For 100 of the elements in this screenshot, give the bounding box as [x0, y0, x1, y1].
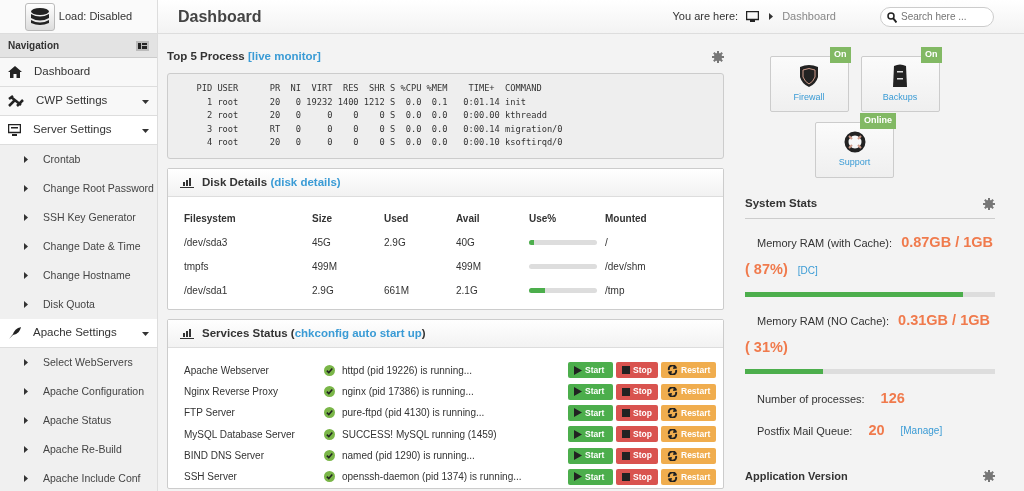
caret-icon: [22, 156, 29, 163]
process-header: PID USER PR NI VIRT RES SHR S %CPU %MEM TIME+ COMMAND: [195, 82, 543, 96]
feather-icon: [8, 327, 21, 339]
nav-subitem-label: Apache Configuration: [43, 383, 144, 399]
disk-details-link[interactable]: (disk details): [270, 175, 341, 188]
caret-icon: [22, 359, 29, 366]
table-cell-text: 2.1G: [456, 284, 478, 299]
status-tile[interactable]: Backups: [860, 56, 940, 112]
stop-button[interactable]: Stop: [616, 383, 658, 400]
refresh-icon: [667, 365, 678, 376]
live-monitor-link[interactable]: [live monitor]: [247, 50, 321, 62]
table-cell-text: 2.9G: [312, 284, 334, 299]
start-button[interactable]: Start: [568, 447, 613, 464]
search-field[interactable]: Search here ...: [880, 6, 994, 27]
load-status: Load: Disabled: [58, 9, 133, 25]
lifebuoy-icon: [843, 130, 866, 153]
process-row-text: 4 root 20 0 0 0 0 S 0.0 0.0 0:00.10 ksoftirqd/0: [205, 136, 564, 150]
nav-subitem[interactable]: Select WebServers: [0, 348, 157, 377]
start-button[interactable]: Start: [568, 426, 613, 443]
nav-subitem[interactable]: Apache Status: [0, 406, 157, 435]
section-title: Top 5 Process: [167, 50, 246, 62]
bar-chart-icon: [180, 176, 194, 188]
nav-subitem[interactable]: Apache Re-Build: [0, 435, 157, 464]
nav-subitem-label: Crontab: [43, 151, 81, 167]
caret-icon: [22, 214, 29, 221]
service-status: SUCCESS! MySQL running (1459): [342, 427, 497, 442]
stop-button[interactable]: Stop: [616, 468, 658, 485]
caret-icon: [22, 243, 29, 250]
tile-label: Support: [838, 155, 871, 169]
manage-link[interactable]: [Manage]: [900, 423, 943, 439]
caret-icon: [22, 388, 29, 395]
nav-subitem[interactable]: SSH Key Generator: [0, 203, 157, 232]
stat-value: 20: [868, 421, 885, 440]
panel-title: ): [421, 326, 426, 339]
nav-subitem[interactable]: Change Hostname: [0, 261, 157, 290]
sidebar-toggle-icon[interactable]: [136, 40, 149, 51]
section-title: System Stats: [745, 196, 818, 211]
nav-subitem-label: Apache Status: [43, 412, 112, 428]
nav-subitem[interactable]: Change Date & Time: [0, 232, 157, 261]
stop-button[interactable]: Stop: [616, 447, 658, 464]
refresh-icon: [667, 471, 678, 482]
nav-item[interactable]: Server Settings: [0, 116, 157, 145]
chkconfig-link[interactable]: chkconfig auto start up: [294, 326, 422, 339]
caret-icon: [22, 272, 29, 279]
navigation-title: Navigation: [8, 39, 60, 53]
play-icon: [574, 472, 582, 482]
nav-subitem[interactable]: Change Root Password: [0, 174, 157, 203]
play-icon: [574, 387, 582, 397]
stat-label: Number of processes:: [757, 391, 865, 407]
nav-subitem-label: Select WebServers: [43, 354, 133, 370]
monitor-icon: [746, 11, 760, 22]
refresh-icon: [667, 408, 678, 418]
stop-button[interactable]: Stop: [616, 405, 658, 421]
status-badge: Online: [860, 113, 896, 129]
caret-icon: [22, 301, 29, 308]
nav-subitem-label: SSH Key Generator: [43, 209, 136, 225]
nav-subitem[interactable]: Crontab: [0, 145, 157, 174]
nav-item[interactable]: Apache Settings: [0, 319, 157, 348]
start-button[interactable]: Start: [568, 362, 613, 379]
refresh-icon: [667, 450, 678, 461]
start-button[interactable]: Start: [568, 383, 613, 400]
nav-subitem[interactable]: Disk Quota: [0, 290, 157, 319]
table-cell-text: 661M: [384, 284, 409, 299]
usage-bar: [529, 240, 597, 246]
breadcrumb-link[interactable]: Dashboard: [782, 8, 836, 25]
database-icon: [29, 7, 50, 26]
table-cell-text: tmpfs: [184, 260, 209, 275]
load-button[interactable]: [24, 2, 55, 31]
column-header: Size: [312, 212, 333, 227]
start-button[interactable]: Start: [568, 405, 613, 421]
play-icon: [574, 365, 582, 375]
service-status: nginx (pid 17386) is running...: [342, 385, 474, 400]
column-header: Avail: [456, 212, 481, 227]
section-title: Application Version: [745, 468, 848, 484]
settings-icon[interactable]: [983, 470, 995, 482]
stop-icon: [622, 409, 630, 417]
stop-icon: [622, 472, 630, 481]
dropdown-caret-icon: [142, 97, 149, 105]
play-icon: [574, 451, 582, 461]
nav-item-label: CWP Settings: [36, 93, 109, 109]
panel-title: Services Status (: [202, 326, 295, 339]
refresh-icon: [667, 429, 678, 440]
status-tile[interactable]: Support: [815, 122, 894, 178]
column-header: Use%: [529, 212, 558, 227]
stop-button[interactable]: Stop: [616, 362, 658, 379]
service-status: openssh-daemon (pid 1374) is running...: [342, 470, 522, 485]
start-button[interactable]: Start: [568, 468, 613, 485]
stop-button[interactable]: Stop: [616, 426, 658, 443]
nav-subitem[interactable]: Apache Configuration: [0, 377, 157, 406]
settings-icon[interactable]: [712, 50, 724, 63]
nav-subitem[interactable]: Apache Include Conf: [0, 464, 157, 491]
monitor-icon: [8, 124, 21, 136]
column-header: Filesystem: [184, 212, 237, 227]
nav-subitem-label: Change Hostname: [43, 267, 131, 283]
status-tile[interactable]: Firewall: [769, 56, 849, 112]
settings-icon[interactable]: [983, 197, 995, 210]
nav-subitem-label: Apache Include Conf: [43, 470, 141, 486]
process-row-text: 1 root 20 0 19232 1400 1212 S 0.0 0.1 0:01.14 init: [205, 95, 527, 109]
refresh-icon: [667, 386, 678, 397]
dc-link[interactable]: [DC]: [797, 265, 818, 277]
